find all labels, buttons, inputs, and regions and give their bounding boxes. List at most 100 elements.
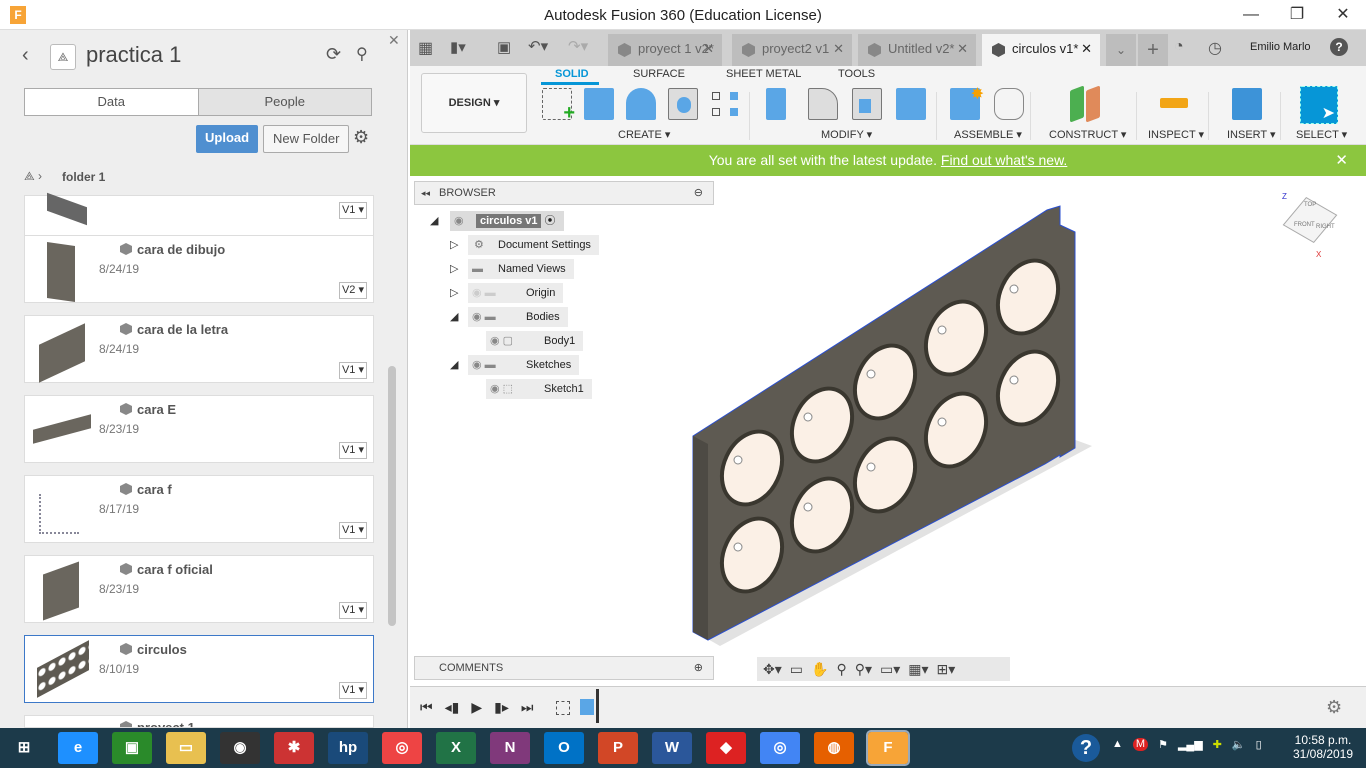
list-item[interactable]: cara E 8/23/19 V1 ▾ [24, 395, 374, 463]
list-item[interactable]: proyect 1 [24, 715, 374, 728]
step-back-icon[interactable]: ◂▮ [445, 699, 460, 716]
tab-sheet-metal[interactable]: SHEET METAL [726, 68, 801, 80]
tab-tools[interactable]: TOOLS [838, 68, 875, 80]
help-icon[interactable]: ? [1330, 38, 1348, 56]
tab-proyect-1[interactable]: proyect 1 v2* ✕ [608, 34, 722, 66]
close-window-button[interactable]: ✕ [1320, 0, 1366, 30]
taskbar-webcam-icon[interactable]: ◉ [220, 732, 260, 764]
taskbar-outlook-icon[interactable]: O [544, 732, 584, 764]
version-select[interactable]: V1 ▾ [338, 522, 367, 539]
tray-app-icon[interactable]: ✚ [1213, 738, 1222, 751]
gear-icon[interactable]: ⚙ [353, 127, 369, 148]
taskbar-chrome2-icon[interactable]: ◎ [760, 732, 800, 764]
upload-button[interactable]: Upload [196, 125, 259, 153]
step-forward-icon[interactable]: ▮▸ [494, 699, 509, 716]
taskbar-fusion360-icon[interactable]: F [866, 730, 910, 766]
viewcube-right[interactable]: RIGHT [1316, 224, 1335, 230]
browser-panel-header[interactable]: ◂◂ BROWSER ⊖ [414, 181, 714, 205]
modify-menu[interactable]: MODIFY ▾ [821, 128, 872, 141]
tab-data[interactable]: Data [25, 89, 198, 115]
close-panel-icon[interactable]: ✕ [388, 32, 400, 49]
taskbar-powerpoint-icon[interactable]: P [598, 732, 638, 764]
clock-icon[interactable]: ◷ [1208, 38, 1222, 58]
fillet-icon[interactable] [808, 88, 838, 120]
viewports-icon[interactable]: ⊞▾ [937, 661, 956, 678]
shell-icon[interactable] [852, 88, 882, 120]
taskbar-app-red-icon[interactable]: ◆ [706, 732, 746, 764]
add-comment-icon[interactable]: ⊕ [694, 657, 703, 679]
taskbar-ie-icon[interactable]: e [58, 732, 98, 764]
redo-icon[interactable]: ↷▾ [568, 37, 588, 55]
tab-untitled[interactable]: Untitled v2* ✕ [858, 34, 976, 66]
file-menu-icon[interactable]: ▮▾ [450, 38, 466, 56]
inspect-menu[interactable]: INSPECT ▾ [1148, 128, 1204, 141]
orbit-icon[interactable]: ✥▾ [763, 661, 782, 678]
timeline-sketch-icon[interactable] [556, 701, 570, 715]
mega-icon[interactable]: M [1132, 738, 1149, 751]
go-to-start-icon[interactable]: ⏮ [420, 699, 433, 716]
press-pull-icon[interactable] [766, 88, 786, 120]
tab-people[interactable]: People [197, 89, 371, 115]
view-cube[interactable]: TOP FRONT RIGHT Z X [1282, 192, 1338, 259]
tab-circulos[interactable]: circulos v1* ✕ [982, 34, 1100, 66]
construct-menu[interactable]: CONSTRUCT ▾ [1049, 128, 1126, 141]
tree-named-views[interactable]: ▬ Named Views [468, 259, 574, 279]
maximize-button[interactable]: ❐ [1274, 0, 1320, 30]
action-center-flag-icon[interactable]: ⚑ [1158, 738, 1168, 751]
timeline-extrude-icon[interactable] [580, 699, 594, 715]
version-select[interactable]: V1 ▾ [338, 202, 367, 219]
insert-menu[interactable]: INSERT ▾ [1227, 128, 1276, 141]
tree-sketch1[interactable]: ◉ ⬚ Sketch1 [486, 379, 592, 399]
collapse-icon[interactable]: ◂◂ [421, 182, 430, 204]
joint-icon[interactable] [994, 88, 1024, 120]
version-select[interactable]: V1 ▾ [338, 362, 367, 379]
fit-icon[interactable]: ⚲▾ [855, 661, 872, 678]
version-select[interactable]: V1 ▾ [338, 442, 367, 459]
tab-surface[interactable]: SURFACE [633, 68, 685, 80]
apps-grid-icon[interactable]: ▦ [418, 38, 433, 58]
version-select[interactable]: V2 ▾ [338, 282, 367, 299]
workspace-switcher[interactable]: DESIGN ▾ [421, 73, 527, 133]
battery-icon[interactable]: ▯ [1256, 738, 1262, 751]
viewcube-front[interactable]: FRONT [1294, 222, 1315, 228]
list-item[interactable]: cara f oficial 8/23/19 V1 ▾ [24, 555, 374, 623]
tree-origin[interactable]: ◉ ▬ Origin [468, 283, 564, 303]
tree-bodies[interactable]: ◉ ▬ Bodies [468, 307, 568, 327]
user-name[interactable]: Emilio Marlo [1250, 41, 1311, 53]
breadcrumb[interactable]: folder 1 [62, 170, 105, 184]
minimize-button[interactable]: — [1228, 0, 1274, 30]
go-to-end-icon[interactable]: ⏭ [521, 699, 534, 716]
taskbar-excel-icon[interactable]: X [436, 732, 476, 764]
minimize-browser-icon[interactable]: ⊖ [694, 182, 703, 204]
list-item[interactable]: cara f 8/17/19 V1 ▾ [24, 475, 374, 543]
taskbar-firefox-icon[interactable]: ◍ [814, 732, 854, 764]
taskbar-word-icon[interactable]: W [652, 732, 692, 764]
tree-body1[interactable]: ◉ ▢ Body1 [486, 331, 584, 351]
grid-icon[interactable]: ▦▾ [908, 661, 928, 678]
taskbar-store-icon[interactable]: ▣ [112, 732, 152, 764]
version-select[interactable]: V1 ▾ [338, 682, 367, 699]
tree-root[interactable]: ◉ circulos v1 ⦿ [450, 211, 564, 231]
select-icon[interactable]: ➤ [1300, 86, 1338, 124]
display-settings-icon[interactable]: ▭▾ [880, 661, 900, 678]
list-item[interactable]: cara de la letra 8/24/19 V1 ▾ [24, 315, 374, 383]
tab-proyect2[interactable]: proyect2 v1 ✕ [732, 34, 852, 66]
play-icon[interactable]: ▶ [471, 699, 482, 716]
hole-icon[interactable] [668, 88, 698, 120]
pattern-icon[interactable] [710, 88, 740, 120]
timeline-settings-icon[interactable]: ⚙ [1326, 697, 1342, 718]
revolve-icon[interactable] [626, 88, 656, 120]
new-component-icon[interactable]: ✸ [950, 86, 984, 120]
list-item[interactable]: cara de dibujo 8/24/19 V2 ▾ [24, 235, 374, 303]
tab-overflow-button[interactable]: ⌄ [1106, 34, 1136, 66]
taskbar-windows-icon[interactable]: ⊞ [4, 732, 44, 764]
search-icon[interactable]: ⚲ [356, 44, 368, 64]
volume-icon[interactable]: 🔈 [1232, 738, 1246, 751]
taskbar-chrome-icon[interactable]: ◎ [382, 732, 422, 764]
measure-icon[interactable] [1160, 98, 1188, 108]
help-tray-icon[interactable]: ? [1072, 734, 1100, 762]
clock[interactable]: 10:58 p.m. 31/08/2019 [1290, 733, 1356, 761]
network-icon[interactable]: ▂▄▆ [1178, 738, 1203, 751]
timeline-marker[interactable] [596, 689, 599, 723]
zoom-icon[interactable]: ⚲ [836, 661, 846, 678]
